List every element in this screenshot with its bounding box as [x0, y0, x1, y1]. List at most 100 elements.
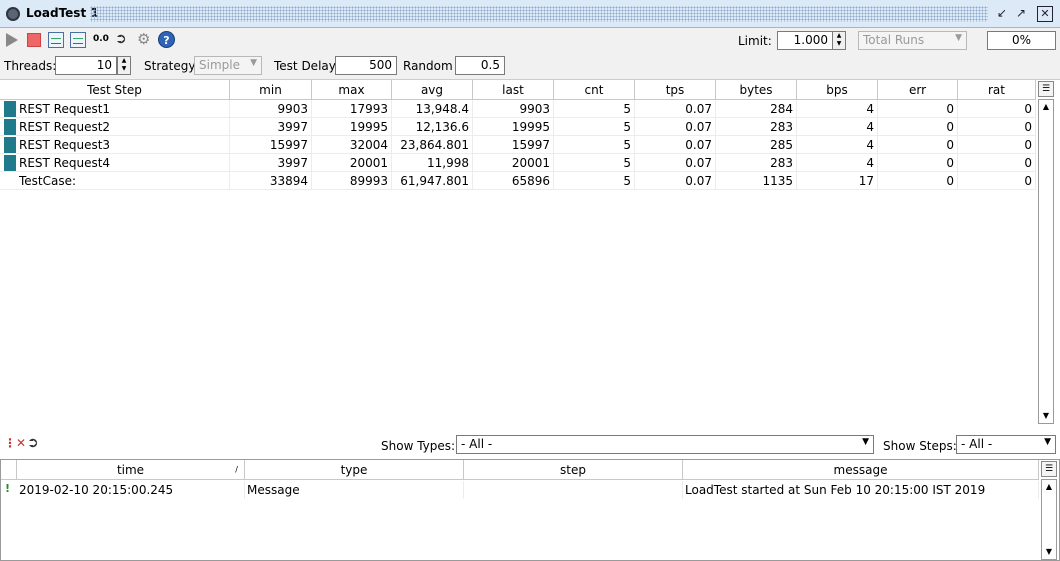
- export-icon[interactable]: ➲: [115, 32, 131, 48]
- column-header-err[interactable]: err: [878, 80, 958, 100]
- limit-type-value: Total Runs: [863, 33, 925, 47]
- table-row[interactable]: REST Request2 3997 19995 12,136.6 19995 …: [0, 118, 1036, 136]
- limit-stepper[interactable]: ▲ ▼: [832, 31, 846, 50]
- log-cell-step: [464, 481, 683, 499]
- cell-rat: 0: [958, 118, 1036, 136]
- cell-max: 89993: [312, 172, 392, 190]
- scroll-up-icon[interactable]: ▲: [1042, 480, 1056, 494]
- cell-avg: 11,998: [392, 154, 473, 172]
- show-types-dropdown[interactable]: - All - ▼: [456, 435, 874, 454]
- cell-avg: 12,136.6: [392, 118, 473, 136]
- log-table: time / type step message ! 2019-02-10 20…: [0, 459, 1060, 561]
- log-cell-time: 2019-02-10 20:15:00.245: [17, 481, 245, 499]
- column-header-min[interactable]: min: [230, 80, 312, 100]
- column-header-time[interactable]: time /: [17, 460, 245, 480]
- cell-err: 0: [878, 154, 958, 172]
- limit-input[interactable]: 1.000: [777, 31, 833, 50]
- log-cell-type: Message: [245, 481, 464, 499]
- cell-rat: 0: [958, 154, 1036, 172]
- column-header-test-step[interactable]: Test Step: [0, 80, 230, 100]
- column-header-bps[interactable]: bps: [797, 80, 878, 100]
- cell-bytes: 283: [716, 154, 797, 172]
- step-color-marker: [4, 101, 16, 117]
- scroll-down-icon[interactable]: ▼: [1042, 545, 1056, 559]
- limit-type-dropdown[interactable]: Total Runs ▼: [858, 31, 967, 50]
- cell-cnt: 5: [554, 172, 635, 190]
- test-delay-input[interactable]: 500: [335, 56, 397, 75]
- cell-bytes: 283: [716, 118, 797, 136]
- column-header-avg[interactable]: avg: [392, 80, 473, 100]
- cell-bps: 4: [797, 118, 878, 136]
- cell-last: 15997: [473, 136, 554, 154]
- cell-max: 19995: [312, 118, 392, 136]
- cell-bytes: 285: [716, 136, 797, 154]
- column-header-cnt[interactable]: cnt: [554, 80, 635, 100]
- threads-input[interactable]: 10: [55, 56, 117, 75]
- show-types-label: Show Types:: [381, 439, 456, 453]
- close-icon[interactable]: ✕: [1037, 6, 1053, 22]
- threads-label: Threads:: [4, 59, 57, 73]
- chevron-down-icon: ▼: [955, 33, 962, 43]
- cell-bytes: 1135: [716, 172, 797, 190]
- test-delay-label: Test Delay: [274, 59, 336, 73]
- show-steps-dropdown[interactable]: - All - ▼: [956, 435, 1056, 454]
- cell-min: 9903: [230, 100, 312, 118]
- statistics-scrollbar[interactable]: ▲ ▼: [1038, 99, 1054, 424]
- info-icon: !: [5, 482, 11, 495]
- statistics-icon[interactable]: [70, 32, 86, 48]
- chevron-down-icon: ▼: [862, 437, 869, 447]
- cell-bps: 4: [797, 136, 878, 154]
- clear-log-icon[interactable]: ⋮✕: [4, 436, 26, 450]
- cell-cnt: 5: [554, 154, 635, 172]
- options-icon[interactable]: ⚙: [137, 32, 153, 48]
- scroll-up-icon[interactable]: ▲: [1039, 100, 1053, 114]
- column-header-last[interactable]: last: [473, 80, 554, 100]
- threads-stepper[interactable]: ▲ ▼: [117, 56, 131, 75]
- random-input[interactable]: 0.5: [455, 56, 505, 75]
- column-header-max[interactable]: max: [312, 80, 392, 100]
- titlebar-pattern: [90, 6, 988, 22]
- column-header-step[interactable]: step: [464, 460, 683, 480]
- cell-rat: 0: [958, 136, 1036, 154]
- show-steps-label: Show Steps:: [883, 439, 957, 453]
- table-row[interactable]: REST Request1 9903 17993 13,948.4 9903 5…: [0, 100, 1036, 118]
- cell-tps: 0.07: [635, 136, 716, 154]
- column-header-type[interactable]: type: [245, 460, 464, 480]
- play-icon[interactable]: [6, 33, 18, 47]
- cell-cnt: 5: [554, 136, 635, 154]
- graph-icon[interactable]: [48, 32, 64, 48]
- cell-test-step: REST Request3: [16, 136, 230, 154]
- scroll-down-icon[interactable]: ▼: [1039, 409, 1053, 423]
- cell-last: 19995: [473, 118, 554, 136]
- cell-min: 3997: [230, 154, 312, 172]
- cell-bps: 4: [797, 100, 878, 118]
- restore-icon[interactable]: ↗: [1013, 6, 1029, 22]
- export-log-icon[interactable]: ➲: [27, 435, 39, 451]
- stop-icon[interactable]: [27, 33, 41, 47]
- cell-tps: 0.07: [635, 172, 716, 190]
- column-header-rat[interactable]: rat: [958, 80, 1036, 100]
- show-types-value: - All -: [461, 437, 493, 451]
- column-header-tps[interactable]: tps: [635, 80, 716, 100]
- cell-tps: 0.07: [635, 154, 716, 172]
- column-config-icon[interactable]: ☰: [1038, 81, 1054, 97]
- circle-window-icon: [6, 7, 20, 21]
- table-row-total[interactable]: TestCase: 33894 89993 61,947.801 65896 5…: [0, 172, 1036, 190]
- limit-label: Limit:: [738, 34, 772, 48]
- cell-test-step: REST Request1: [16, 100, 230, 118]
- strategy-dropdown[interactable]: Simple ▼: [194, 56, 262, 75]
- cell-err: 0: [878, 172, 958, 190]
- help-icon[interactable]: ?: [158, 31, 175, 48]
- column-header-message[interactable]: message: [683, 460, 1039, 480]
- chevron-down-icon: ▼: [1044, 437, 1051, 447]
- column-header-indicator: [1, 460, 17, 480]
- log-scrollbar[interactable]: ▲ ▼: [1041, 479, 1057, 560]
- column-config-icon[interactable]: ☰: [1041, 461, 1057, 477]
- column-header-bytes[interactable]: bytes: [716, 80, 797, 100]
- table-row[interactable]: REST Request3 15997 32004 23,864.801 159…: [0, 136, 1036, 154]
- step-color-marker: [4, 119, 16, 135]
- table-row[interactable]: REST Request4 3997 20001 11,998 20001 5 …: [0, 154, 1036, 172]
- log-toolbar: ⋮✕ ➲ Show Types: - All - ▼ Show Steps: -…: [0, 432, 1060, 458]
- reset-icon[interactable]: 0.0: [93, 34, 109, 50]
- minimize-icon[interactable]: ↙: [994, 6, 1010, 22]
